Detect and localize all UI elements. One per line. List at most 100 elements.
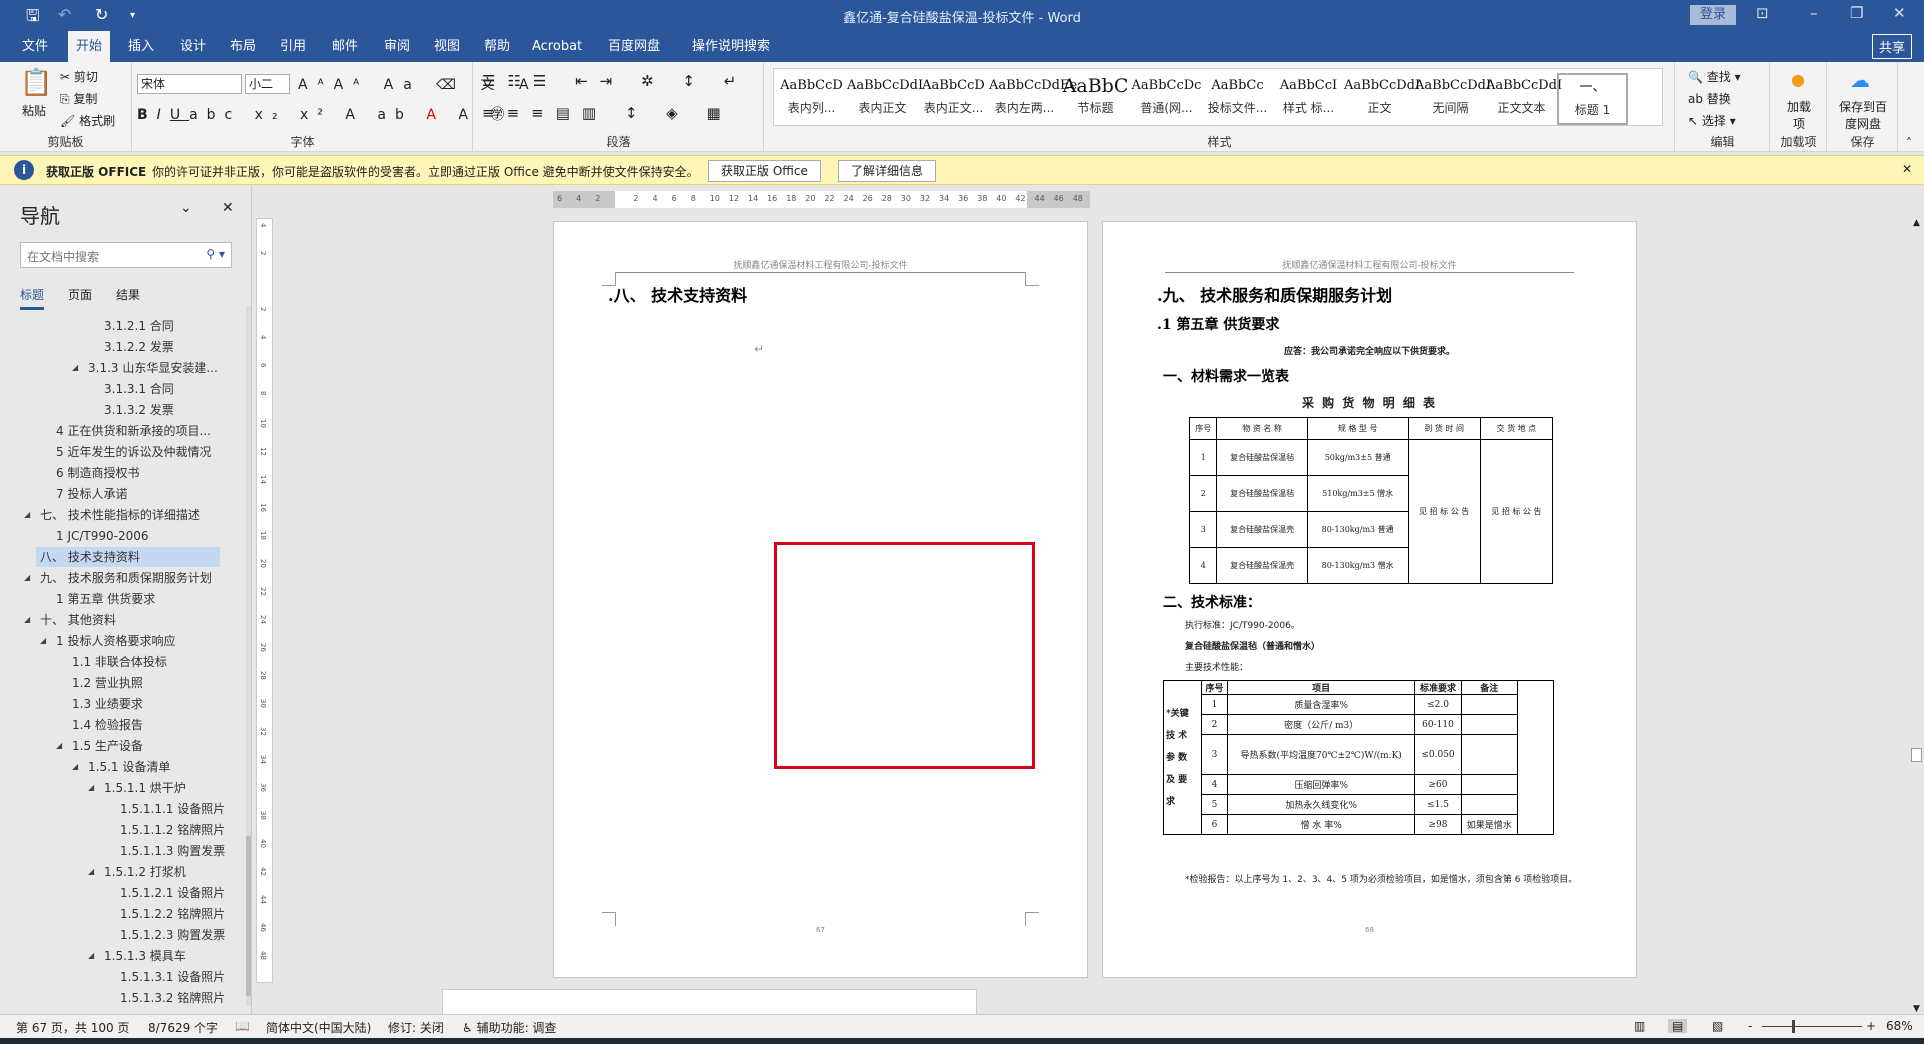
- learn-more-button[interactable]: 了解详细信息: [838, 160, 937, 182]
- find-button[interactable]: 🔍 查找 ▾: [1688, 68, 1741, 85]
- scroll-thumb[interactable]: [1911, 748, 1922, 762]
- nav-heading-item[interactable]: 1 JC/T990-2006: [0, 526, 230, 546]
- nav-heading-item[interactable]: 1.5.1.2.2 铭牌照片: [0, 904, 230, 924]
- collapse-triangle-icon[interactable]: ◢: [24, 568, 30, 588]
- nav-heading-item[interactable]: 3.1.2.2 发票: [0, 337, 230, 357]
- get-genuine-button[interactable]: 获取正版 Office: [708, 160, 821, 182]
- nav-options-icon[interactable]: ⌄: [180, 200, 192, 216]
- read-mode-icon[interactable]: ▥: [1634, 1019, 1645, 1033]
- nav-heading-item[interactable]: ◢ 1.5.1.1 烘干炉: [0, 778, 230, 798]
- list-tools[interactable]: ☰☷☰ ⇤⇥ ✲ ↕ ↵: [482, 72, 748, 90]
- font-size-combo[interactable]: 小二: [245, 74, 290, 94]
- page-count[interactable]: 第 67 页，共 100 页: [16, 1019, 129, 1036]
- nav-heading-item[interactable]: 八、 技术支持资料: [36, 547, 220, 567]
- zoom-slider[interactable]: [1762, 1020, 1862, 1033]
- ribbon-display-icon[interactable]: ⊡: [1756, 4, 1769, 22]
- select-button[interactable]: ↖ 选择 ▾: [1688, 112, 1736, 129]
- nav-heading-item[interactable]: 7 投标人承诺: [0, 484, 230, 504]
- login-button[interactable]: 登录: [1690, 5, 1736, 25]
- close-icon[interactable]: ✕: [1893, 4, 1906, 22]
- vertical-scrollbar[interactable]: ▲ ▼: [1909, 218, 1924, 1014]
- nav-heading-item[interactable]: 1.5.1.1.3 购置发票: [0, 841, 230, 861]
- tab-7[interactable]: 审阅: [376, 31, 418, 62]
- nav-heading-item[interactable]: 1.5.1.2.3 购置发票: [0, 925, 230, 945]
- horizontal-ruler[interactable]: 6 4 2 2 4 6 8 10 12 14 16 18 20 22 24 26 28 30 32 34 36 38 40 4…: [553, 191, 1090, 208]
- collapse-triangle-icon[interactable]: ◢: [24, 610, 30, 630]
- nav-tab-2[interactable]: 结果: [116, 286, 140, 303]
- nav-heading-item[interactable]: 1.1 非联合体投标: [0, 652, 230, 672]
- track-changes[interactable]: 修订: 关闭: [388, 1019, 444, 1036]
- nav-heading-item[interactable]: ◢ 1.5.1.3 模具车: [0, 946, 230, 966]
- word-count[interactable]: 8/7629 个字: [148, 1019, 218, 1036]
- style-item[interactable]: AaBbCcD 表内正文...: [918, 73, 989, 125]
- nav-close-icon[interactable]: ✕: [222, 200, 234, 216]
- nav-tab-0[interactable]: 标题: [20, 286, 45, 310]
- style-item[interactable]: AaBbC 节标题: [1060, 73, 1131, 125]
- style-item[interactable]: AaBbCcDdI 正文: [1344, 73, 1420, 125]
- collapse-triangle-icon[interactable]: ◢: [24, 505, 30, 525]
- restore-icon[interactable]: ❐: [1850, 4, 1863, 22]
- replace-button[interactable]: ab 替换: [1688, 90, 1731, 107]
- paste-icon[interactable]: 📋: [20, 68, 52, 98]
- collapse-ribbon-icon[interactable]: ˄: [1906, 136, 1912, 150]
- collapse-triangle-icon[interactable]: ◢: [88, 862, 94, 882]
- tab-0[interactable]: 文件: [14, 31, 56, 62]
- tab-2[interactable]: 插入: [120, 31, 162, 62]
- zoom-level[interactable]: 68%: [1886, 1019, 1913, 1033]
- collapse-triangle-icon[interactable]: ◢: [72, 358, 78, 378]
- nav-heading-item[interactable]: 1.3 业绩要求: [0, 694, 230, 714]
- nav-heading-item[interactable]: ◢ 1.5.1 设备清单: [0, 757, 230, 777]
- language[interactable]: 简体中文(中国大陆): [266, 1019, 371, 1036]
- share-button[interactable]: 共享: [1871, 34, 1912, 59]
- nav-heading-item[interactable]: 1.5.1.2.1 设备照片: [0, 883, 230, 903]
- print-layout-icon[interactable]: ▤: [1668, 1019, 1688, 1033]
- nav-heading-item[interactable]: ◢ 九、 技术服务和质保期服务计划: [0, 568, 230, 588]
- addins-button[interactable]: 加载项: [1785, 98, 1813, 132]
- nav-tab-1[interactable]: 页面: [68, 286, 92, 303]
- nav-heading-item[interactable]: 1 第五章 供货要求: [0, 589, 230, 609]
- zoom-out-button[interactable]: -: [1748, 1019, 1752, 1033]
- nav-search-input[interactable]: 在文档中搜索 ⚲ ▾: [20, 242, 232, 268]
- style-item[interactable]: AaBbCcDdEe 表内左两...: [989, 73, 1077, 125]
- cut-button[interactable]: ✂ 剪切: [60, 68, 98, 85]
- tab-11[interactable]: 百度网盘: [600, 31, 668, 62]
- nav-heading-item[interactable]: 1.5.1.3.2 铭牌照片: [0, 988, 230, 1008]
- style-item[interactable]: AaBbCcDdI 无间隔: [1415, 73, 1491, 125]
- nav-heading-item[interactable]: 1.5.1.3.1 设备照片: [0, 967, 230, 987]
- collapse-triangle-icon[interactable]: ◢: [56, 736, 62, 756]
- nav-heading-item[interactable]: 1.5.1.1.1 设备照片: [0, 799, 230, 819]
- nav-heading-item[interactable]: ◢ 七、 技术性能指标的详细描述: [0, 505, 230, 525]
- font-name-combo[interactable]: 宋体: [137, 74, 242, 94]
- style-item[interactable]: AaBbCcDc 普通(网...: [1131, 73, 1202, 125]
- collapse-triangle-icon[interactable]: ◢: [88, 778, 94, 798]
- style-item[interactable]: AaBbCcDdI 正文文本: [1486, 73, 1562, 125]
- nav-heading-item[interactable]: ◢ 1.5.1.2 打浆机: [0, 862, 230, 882]
- collapse-triangle-icon[interactable]: ◢: [72, 757, 78, 777]
- vertical-ruler[interactable]: 4 2 2 4 6 8 10 12 14 16 18 20 22 24 26 28 30 32 34 36 38 40 42…: [256, 218, 273, 983]
- accessibility-status[interactable]: ♿ 辅助功能: 调查: [462, 1019, 556, 1036]
- tab-1[interactable]: 开始: [68, 31, 111, 62]
- tab-10[interactable]: Acrobat: [524, 31, 590, 62]
- style-item[interactable]: AaBbCcD 表内列...: [776, 73, 847, 125]
- style-item[interactable]: AaBbCcI 样式 标...: [1273, 73, 1344, 125]
- tab-9[interactable]: 帮助: [476, 31, 518, 62]
- nav-heading-item[interactable]: ◢ 1.5 生产设备: [0, 736, 230, 756]
- web-layout-icon[interactable]: ▧: [1712, 1019, 1723, 1033]
- nav-heading-item[interactable]: 1.4 检验报告: [0, 715, 230, 735]
- collapse-triangle-icon[interactable]: ◢: [40, 631, 46, 651]
- tab-6[interactable]: 邮件: [324, 31, 366, 62]
- nav-heading-item[interactable]: ◢ 1 投标人资格要求响应: [0, 631, 230, 651]
- font-format-row[interactable]: BIUabc x₂ x² A ab A A ㊫: [137, 104, 513, 124]
- proofing-icon[interactable]: 📖: [235, 1019, 250, 1033]
- style-item[interactable]: AaBbCc 投标文件...: [1202, 73, 1273, 125]
- align-tools[interactable]: ≡≡≡▤▥ ↕ ◈ ▦: [482, 104, 733, 122]
- tab-3[interactable]: 设计: [172, 31, 214, 62]
- nav-heading-item[interactable]: 1.2 营业执照: [0, 673, 230, 693]
- close-message-icon[interactable]: ✕: [1902, 162, 1912, 176]
- format-painter-button[interactable]: 🖌 格式刷: [60, 112, 115, 129]
- collapse-triangle-icon[interactable]: ◢: [88, 946, 94, 966]
- style-item[interactable]: 一、 标题 1: [1557, 73, 1628, 125]
- nav-heading-item[interactable]: 4 正在供货和新承接的项目...: [0, 421, 230, 441]
- style-item[interactable]: AaBbCcDdI 表内正文: [847, 73, 923, 125]
- nav-heading-item[interactable]: ◢ 3.1.3 山东华显安装建...: [0, 358, 230, 378]
